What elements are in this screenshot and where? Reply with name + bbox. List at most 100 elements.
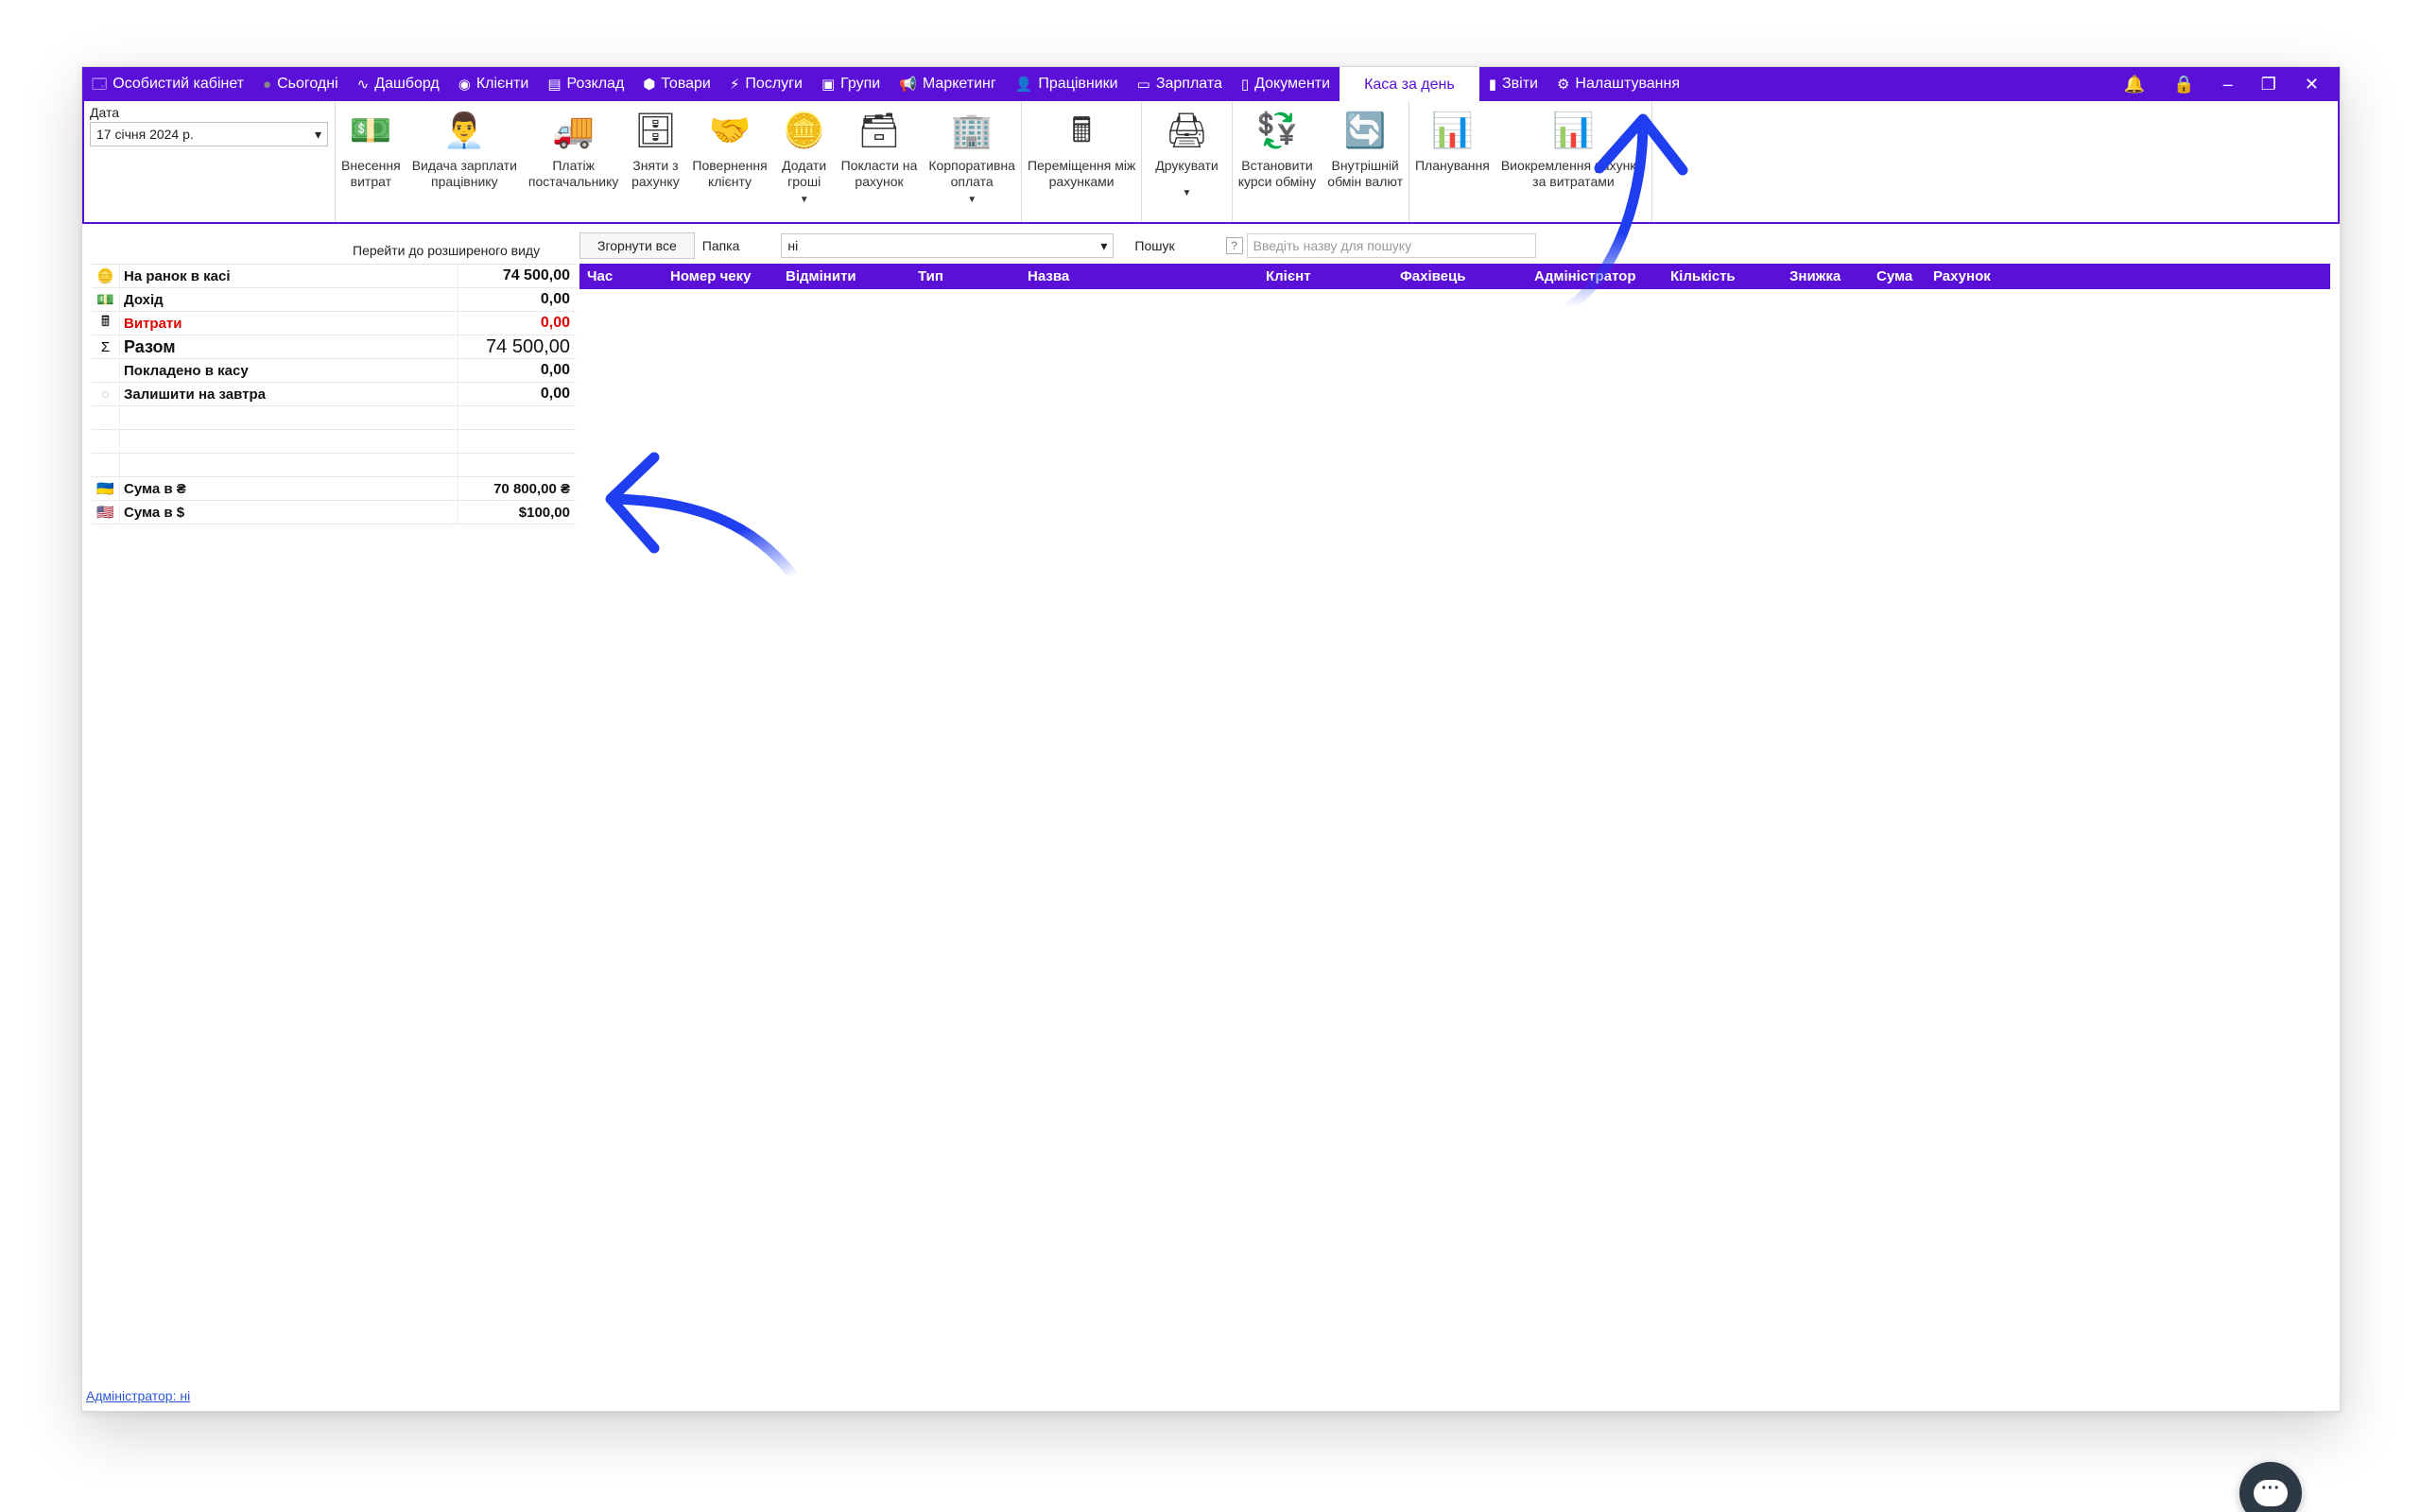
nav-tab-documents[interactable]: ▯ Документи xyxy=(1232,67,1340,101)
nav-tab-goods[interactable]: ⬢ Товари xyxy=(633,67,720,101)
column-header-name[interactable]: Назва xyxy=(1028,268,1069,284)
lock-icon[interactable]: 🔒 xyxy=(2173,75,2194,94)
caret-down-icon: ▼ xyxy=(967,195,977,205)
add-money-button[interactable]: 🪙 Додати гроші ▼ xyxy=(773,101,836,222)
internal-currency-exchange-button[interactable]: 🔄 Внутрішній обмін валют xyxy=(1322,101,1409,222)
column-header-receipt-number[interactable]: Номер чеку xyxy=(670,268,751,284)
button-label: Планування xyxy=(1414,158,1490,173)
summary-row-expenses: 🖩 Витрати 0,00 xyxy=(92,311,576,335)
column-header-administrator[interactable]: Адміністратор xyxy=(1534,268,1636,284)
column-header-cancel[interactable]: Відмінити xyxy=(786,268,856,284)
ribbon-group-planning: 📊 Планування 📊 Виокремлення рахунків за вит… xyxy=(1409,101,1652,222)
nav-tab-schedule[interactable]: ▤ Розклад xyxy=(538,67,633,101)
button-label: за витратами xyxy=(1532,174,1615,189)
column-header-account[interactable]: Рахунок xyxy=(1933,268,1991,284)
ribbon-group-print: 🖨 Друкувати ▼ xyxy=(1142,101,1233,222)
summary-value: 0,00 xyxy=(540,291,570,307)
button-label: Додати xyxy=(782,158,827,173)
cash-icon: 💵 xyxy=(349,110,392,149)
column-header-specialist[interactable]: Фахівець xyxy=(1400,268,1465,284)
cash-icon: 💵 xyxy=(92,287,120,312)
column-header-discount[interactable]: Знижка xyxy=(1789,268,1841,284)
bell-icon[interactable]: 🔔 xyxy=(2124,75,2145,94)
employee-money-icon: 👨‍💼 xyxy=(442,110,486,149)
column-header-type[interactable]: Тип xyxy=(918,268,943,284)
summary-label: Залишити на завтра xyxy=(120,382,458,406)
deposit-to-account-button[interactable]: 🗃 Покласти на рахунок xyxy=(836,101,924,222)
help-icon[interactable]: ? xyxy=(1225,237,1243,254)
button-label: рахунок xyxy=(855,174,904,189)
column-header-quantity[interactable]: Кількість xyxy=(1670,268,1736,284)
collapse-all-button[interactable]: Згорнути все xyxy=(579,232,695,259)
empty-icon-cell xyxy=(92,358,120,383)
bar-chart-icon: 📊 xyxy=(1430,110,1474,149)
button-label: постачальнику xyxy=(527,174,619,189)
caret-down-icon: ▼ xyxy=(1182,188,1192,198)
summary-label: Витрати xyxy=(120,311,458,335)
planning-button[interactable]: 📊 Планування xyxy=(1409,101,1495,222)
nav-label: Клієнти xyxy=(475,76,529,92)
nav-label: Каса за день xyxy=(1364,77,1455,93)
nav-tab-employees[interactable]: 👤 Працівники xyxy=(1006,67,1128,101)
empty-cell xyxy=(120,453,458,477)
chevron-down-icon: ▾ xyxy=(314,126,321,142)
button-label: гроші xyxy=(787,174,821,189)
button-label: Внесення xyxy=(341,158,401,173)
nav-label: Документи xyxy=(1254,76,1331,92)
date-picker[interactable]: 17 січня 2024 р. ▾ xyxy=(90,122,328,146)
expense-entry-button[interactable]: 💵 Внесення витрат xyxy=(336,101,406,222)
close-icon[interactable]: ✕ xyxy=(2305,75,2319,94)
allocate-accounts-by-expenses-button[interactable]: 📊 Виокремлення рахунків за витратами xyxy=(1495,101,1651,222)
nav-tab-cash-for-day[interactable]: Каса за день xyxy=(1340,67,1479,103)
column-header-time[interactable]: Час xyxy=(587,268,613,284)
cash-summary-table: 🪙 На ранок в касі 74 500,00 💵 Дохід 0,00 🖩 Ви… xyxy=(92,264,576,524)
grid-toolbar: Згорнути все Папка ні ▾ Пошук ? Введіть … xyxy=(579,232,1536,260)
nav-tab-salary[interactable]: ▭ Зарплата xyxy=(1128,67,1232,101)
nav-tab-services[interactable]: ⚡ Послуги xyxy=(720,67,812,101)
nav-tab-groups[interactable]: ▣ Групи xyxy=(812,67,890,101)
summary-row-sum-uah: 🇺🇦 Сума в ₴ 70 800,00 ₴ xyxy=(92,476,576,501)
folder-label: Папка xyxy=(701,238,740,253)
vault-icon: 🗃 xyxy=(857,110,901,149)
print-button[interactable]: 🖨 Друкувати ▼ xyxy=(1142,101,1231,222)
nav-tab-settings[interactable]: ⚙ Налаштування xyxy=(1547,67,1689,101)
corporate-payment-button[interactable]: 🏢 Корпоративна оплата ▼ xyxy=(923,101,1021,222)
nav-tab-personal-cabinet[interactable]: 🗔 Особистий кабінет xyxy=(82,67,253,101)
administrator-link[interactable]: Адміністратор: ні xyxy=(86,1388,190,1403)
building-icon: 🏢 xyxy=(950,110,994,149)
today-icon: ● xyxy=(263,76,272,93)
nav-tab-clients[interactable]: ◉ Клієнти xyxy=(449,67,539,101)
calendar-icon: ▤ xyxy=(547,76,562,93)
ribbon-toolbar: Дата 17 січня 2024 р. ▾ 💵 Внесення витрат … xyxy=(82,101,2340,224)
cabinet-icon: 🗔 xyxy=(92,76,108,93)
sigma-icon: Σ xyxy=(92,335,120,359)
set-exchange-rates-button[interactable]: 💱 Встановити курси обміну xyxy=(1233,101,1322,222)
ribbon-group-currency: 💱 Встановити курси обміну 🔄 Внутрішній обмін… xyxy=(1233,101,1409,222)
column-header-sum[interactable]: Сума xyxy=(1876,268,1912,284)
button-label: оплата xyxy=(950,174,994,189)
withdraw-from-account-button[interactable]: 🗄 Зняти з рахунку xyxy=(624,101,686,222)
restore-icon[interactable]: ❐ xyxy=(2261,75,2276,94)
money-icon: ▭ xyxy=(1136,76,1150,93)
nav-tab-reports[interactable]: ▮ Звіти xyxy=(1479,67,1547,101)
nav-tab-dashboard[interactable]: ∿ Дашборд xyxy=(348,67,449,101)
button-label: Платіж xyxy=(552,158,595,173)
nav-tab-marketing[interactable]: 📢 Маркетинг xyxy=(890,67,1005,101)
nav-label: Маркетинг xyxy=(922,76,996,92)
salary-payout-button[interactable]: 👨‍💼 Видача зарплати працівнику xyxy=(406,101,523,222)
nav-tab-today[interactable]: ● Сьогодні xyxy=(253,67,348,101)
minimize-icon[interactable]: – xyxy=(2223,75,2233,94)
supplier-payment-button[interactable]: 🚚 Платіж постачальнику xyxy=(523,101,624,222)
box-icon: ⬢ xyxy=(643,76,656,93)
nav-label: Сьогодні xyxy=(277,76,338,92)
column-header-client[interactable]: Клієнт xyxy=(1266,268,1311,284)
client-refund-button[interactable]: 🤝 Повернення клієнту xyxy=(686,101,772,222)
chevron-down-icon: ▾ xyxy=(1100,237,1108,253)
button-label: працівнику xyxy=(431,174,498,189)
folder-select[interactable]: ні ▾ xyxy=(781,233,1115,258)
coin-icon: 🪙 xyxy=(92,264,120,288)
search-input[interactable]: Введіть назву для пошуку xyxy=(1246,233,1536,258)
chat-button[interactable]: ··· xyxy=(2239,1462,2302,1512)
advanced-view-link[interactable]: Перейти до розширеного виду xyxy=(353,243,540,258)
transfer-between-accounts-button[interactable]: 🖩 Переміщення між рахунками xyxy=(1022,101,1141,222)
